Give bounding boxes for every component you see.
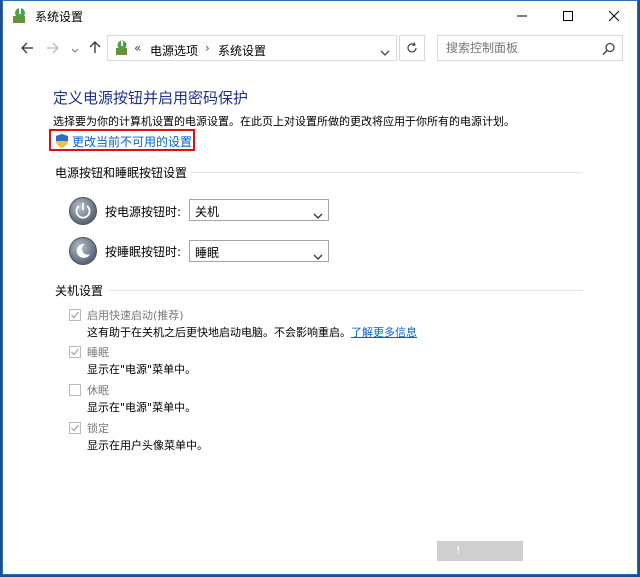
save-changes-button[interactable]: !	[437, 541, 523, 561]
close-icon	[608, 7, 620, 26]
uac-shield-icon	[55, 133, 69, 149]
maximize-button[interactable]	[545, 1, 591, 31]
sleep-button-action-value: 睡眠	[195, 246, 220, 260]
fast-startup-checkbox[interactable]	[69, 309, 81, 321]
group-divider	[109, 290, 583, 291]
forward-button[interactable]	[43, 39, 63, 57]
sleep-button-icon	[69, 237, 97, 265]
search-box[interactable]	[437, 35, 623, 61]
power-options-icon	[114, 40, 130, 56]
power-button-action-value: 关机	[195, 205, 220, 219]
power-button-action-select[interactable]: 关机	[189, 199, 329, 221]
chevron-down-icon[interactable]	[380, 42, 390, 61]
sleep-description: 显示在"电源"菜单中。	[87, 363, 197, 376]
main-content: 定义电源按钮并启用密码保护 选择要为你的计算机设置的电源设置。在此页上对设置所做…	[3, 63, 637, 533]
lock-description: 显示在用户头像菜单中。	[87, 439, 208, 452]
power-button-label: 按电源按钮时:	[105, 205, 182, 219]
fast-startup-desc-text: 这有助于在关机之后更快地启动电脑。不会影响重启。	[87, 326, 351, 339]
hibernate-description: 显示在"电源"菜单中。	[87, 401, 197, 414]
sleep-label: 睡眠	[87, 346, 109, 359]
lock-label: 锁定	[87, 422, 109, 435]
chevron-down-icon	[71, 39, 79, 58]
up-arrow-icon	[89, 39, 101, 58]
page-description: 选择要为你的计算机设置的电源设置。在此页上对设置所做的更改将应用于你所有的电源计…	[53, 115, 515, 128]
fast-startup-description: 这有助于在关机之后更快地启动电脑。不会影响重启。了解更多信息	[87, 324, 417, 340]
chevron-down-icon	[313, 205, 323, 224]
back-button[interactable]	[17, 39, 37, 57]
power-buttons-group-label: 电源按钮和睡眠按钮设置	[55, 166, 188, 180]
title-bar: 系统设置	[3, 1, 637, 31]
recent-dropdown-button[interactable]	[65, 39, 85, 57]
page-title: 定义电源按钮并启用密码保护	[53, 89, 249, 107]
breadcrumb-system-settings[interactable]: 系统设置	[218, 42, 266, 59]
search-icon[interactable]	[602, 41, 616, 60]
window-title: 系统设置	[35, 10, 84, 24]
fast-startup-label: 启用快速启动(推荐)	[87, 309, 184, 322]
change-unavailable-settings-link[interactable]: 更改当前不可用的设置	[49, 129, 195, 151]
shutdown-group-label: 关机设置	[55, 284, 104, 298]
learn-more-link[interactable]: 了解更多信息	[351, 326, 417, 339]
up-button[interactable]	[85, 39, 105, 57]
sleep-checkbox[interactable]	[69, 346, 81, 358]
hibernate-label: 休眠	[87, 384, 109, 397]
refresh-icon	[406, 39, 418, 58]
minimize-button[interactable]	[499, 1, 545, 31]
lock-checkbox[interactable]	[69, 422, 81, 434]
breadcrumb-overflow[interactable]: «	[134, 41, 141, 55]
hibernate-checkbox[interactable]	[69, 384, 81, 396]
address-row: « 电源选项 › 系统设置	[3, 33, 637, 63]
minimize-icon	[516, 7, 528, 26]
system-settings-window: 系统设置 « 电源选项 › 系统设置 搜索控制面板 定义电源按钮并启用密码保护 …	[2, 0, 638, 575]
breadcrumb-separator[interactable]: ›	[205, 41, 210, 55]
close-button[interactable]	[591, 1, 637, 31]
chevron-down-icon	[313, 246, 323, 265]
forward-arrow-icon	[46, 39, 60, 58]
save-button-label: !	[456, 544, 461, 557]
group-divider	[191, 172, 583, 173]
power-options-icon	[11, 7, 29, 25]
refresh-button[interactable]	[399, 35, 425, 61]
address-bar[interactable]: « 电源选项 › 系统设置	[107, 35, 397, 61]
sleep-button-label: 按睡眠按钮时:	[105, 245, 182, 259]
change-unavailable-settings-label[interactable]: 更改当前不可用的设置	[72, 133, 192, 150]
power-button-icon	[69, 197, 97, 225]
breadcrumb-power-options[interactable]: 电源选项	[150, 42, 198, 59]
maximize-icon	[562, 7, 574, 26]
sleep-button-action-select[interactable]: 睡眠	[189, 240, 329, 262]
search-input[interactable]	[438, 36, 596, 60]
back-arrow-icon	[20, 39, 34, 58]
